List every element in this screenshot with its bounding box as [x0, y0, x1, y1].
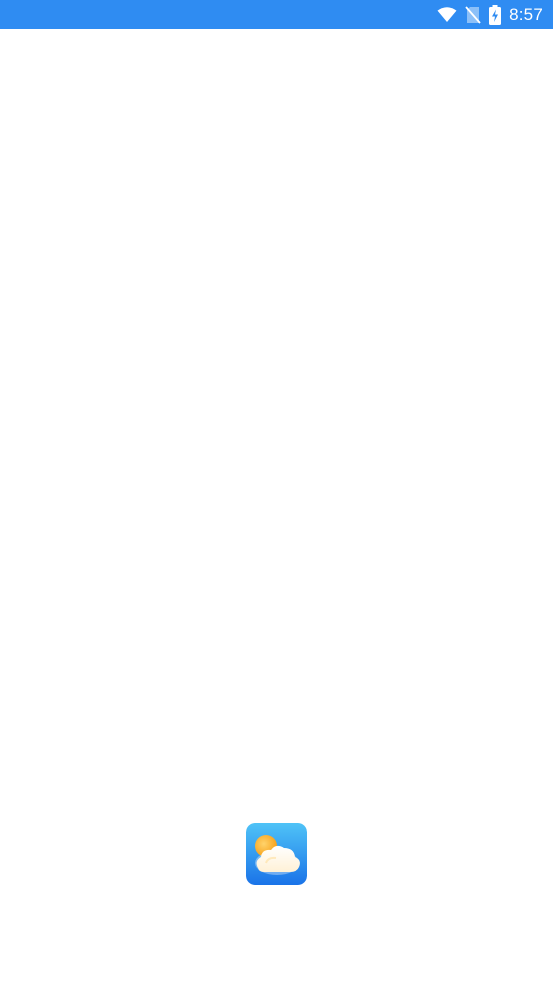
splash-screen: 8:57	[0, 0, 553, 983]
battery-charging-icon	[489, 4, 502, 25]
no-sim-icon	[465, 5, 481, 24]
status-bar: 8:57	[0, 0, 553, 29]
weather-app-logo-icon	[246, 823, 307, 885]
wifi-icon	[437, 6, 457, 23]
status-time: 8:57	[509, 4, 543, 24]
